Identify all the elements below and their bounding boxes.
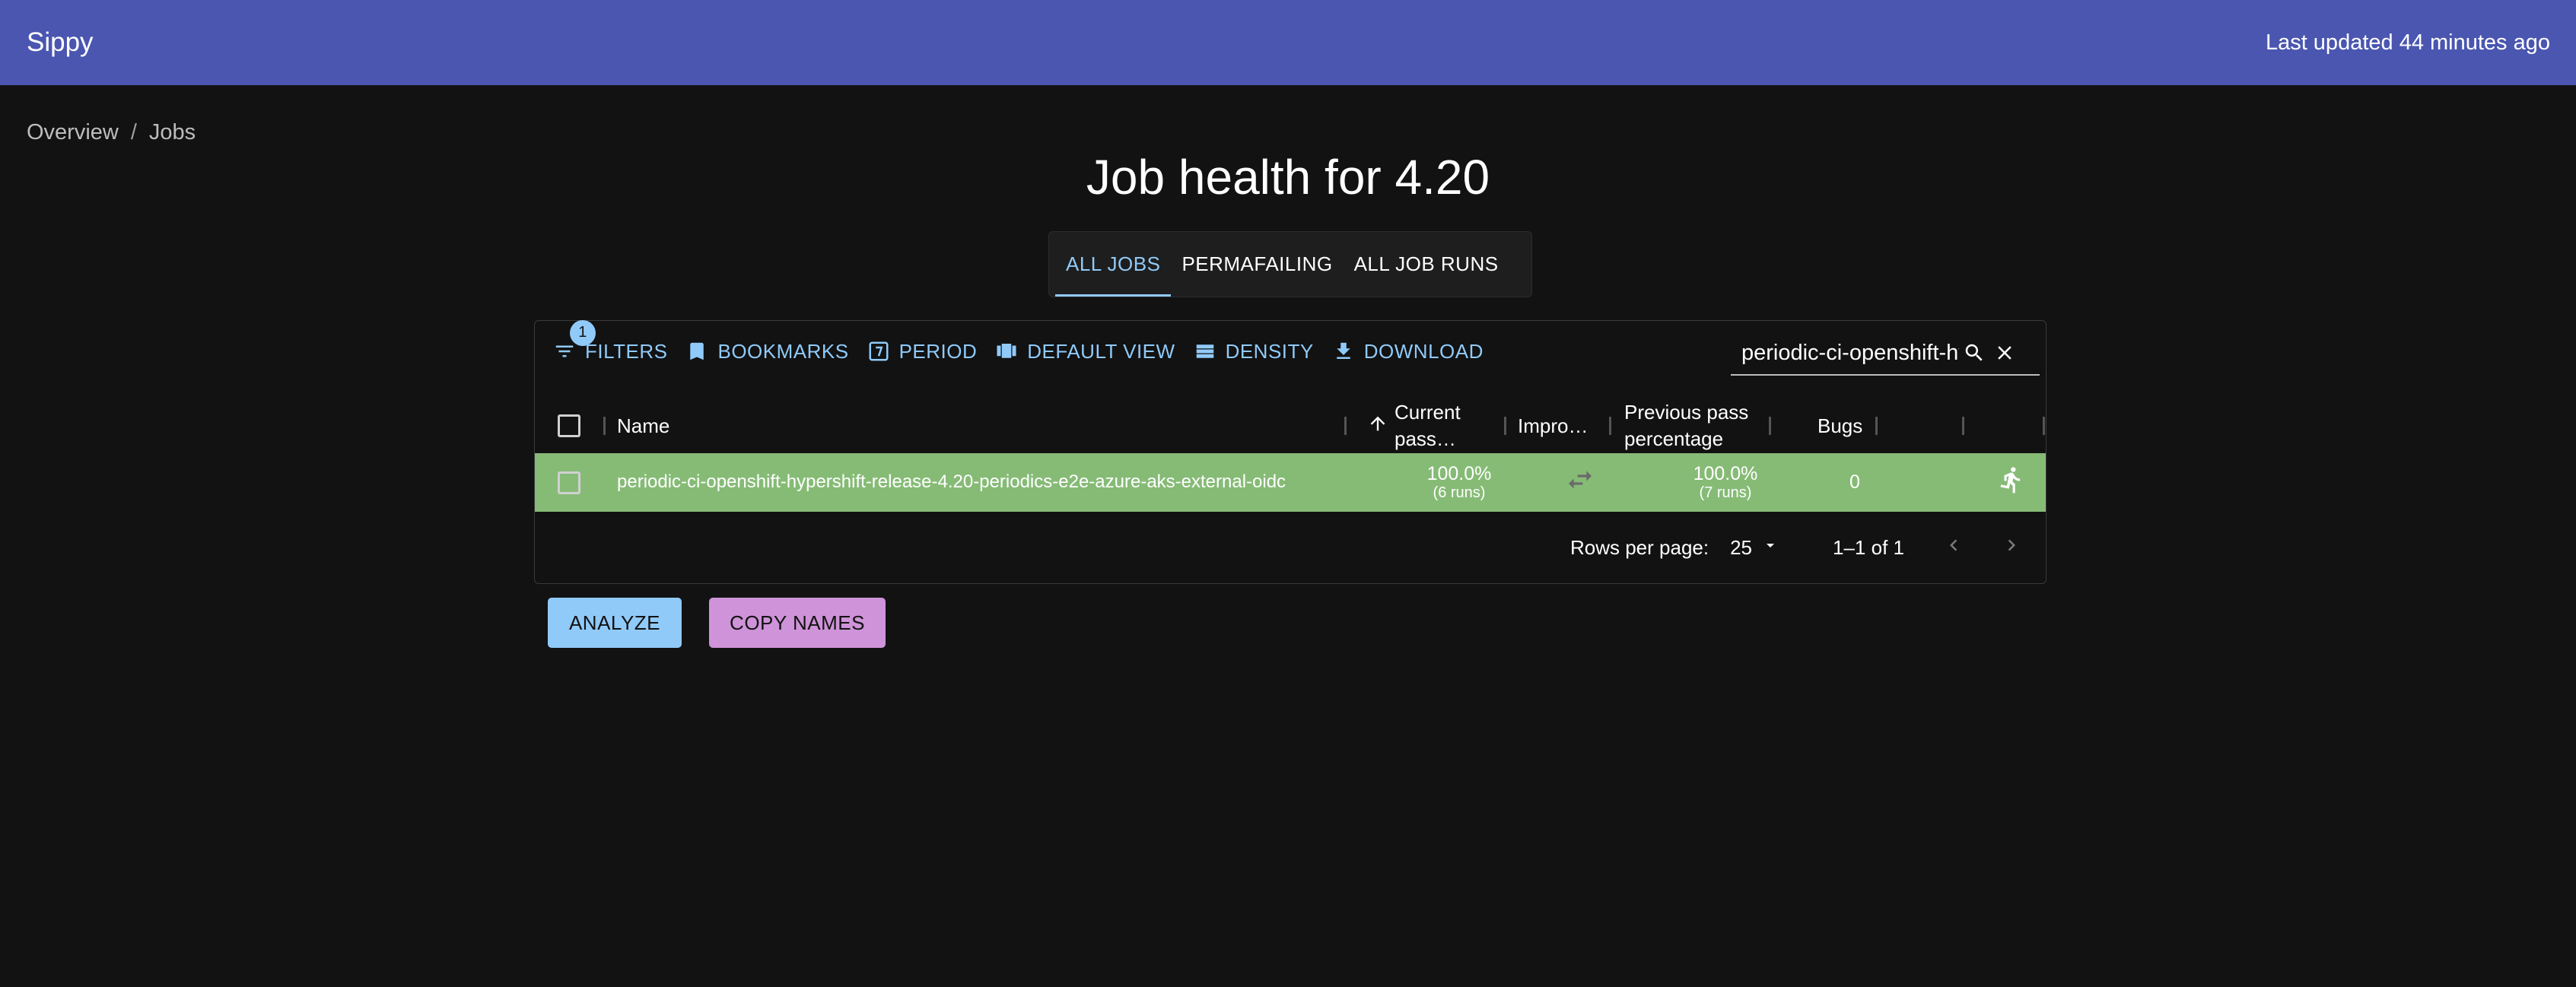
tab-all-jobs[interactable]: ALL JOBS <box>1055 232 1172 297</box>
tab-all-job-runs[interactable]: ALL JOB RUNS <box>1344 232 1509 297</box>
grid-toolbar: 1 FILTERS BOOKMARKS PERIOD DEFAULT VIEW <box>535 319 2046 382</box>
current-pass-label: Current pass… <box>1395 400 1461 450</box>
column-separator[interactable] <box>1609 417 1611 435</box>
sort-ascending-icon <box>1367 413 1388 440</box>
breadcrumb: Overview / Jobs <box>27 120 196 145</box>
previous-page-icon[interactable] <box>1942 534 1965 562</box>
breadcrumb-overview[interactable]: Overview <box>27 120 119 145</box>
grid-footer: Rows per page: 25 1–1 of 1 <box>535 512 2046 583</box>
table-row[interactable]: periodic-ci-openshift-hypershift-release… <box>535 453 2046 512</box>
density-button[interactable]: DENSITY <box>1194 340 1314 363</box>
search-input[interactable] <box>1731 340 1959 366</box>
view-carousel-icon <box>995 340 1018 363</box>
jobs-data-grid: 1 FILTERS BOOKMARKS PERIOD DEFAULT VIEW <box>534 319 2046 584</box>
caret-down-icon <box>1761 536 1779 560</box>
pagination-controls <box>1942 534 2023 562</box>
filters-label: FILTERS <box>585 339 668 363</box>
rows-per-page-value: 25 <box>1730 535 1753 559</box>
column-separator[interactable] <box>1875 417 1878 435</box>
tab-permafailing[interactable]: PERMAFAILING <box>1171 232 1343 297</box>
calendar-seven-icon <box>867 340 890 363</box>
row-checkbox-cell <box>558 453 580 512</box>
breadcrumb-separator: / <box>130 120 137 144</box>
job-runs-cell <box>1997 453 2026 512</box>
next-page-icon[interactable] <box>2000 534 2023 562</box>
search-icon[interactable] <box>1959 338 1989 368</box>
download-label: DOWNLOAD <box>1363 339 1484 363</box>
filter-icon <box>553 340 576 363</box>
app-title[interactable]: Sippy <box>27 27 94 58</box>
running-person-icon[interactable] <box>1997 465 2026 500</box>
app-bar: Sippy Last updated 44 minutes ago <box>0 0 2576 85</box>
default-view-label: DEFAULT VIEW <box>1027 339 1175 363</box>
period-button[interactable]: PERIOD <box>867 340 978 363</box>
column-separator[interactable] <box>1769 417 1771 435</box>
column-separator[interactable] <box>1504 417 1506 435</box>
job-name-link[interactable]: periodic-ci-openshift-hypershift-release… <box>617 453 1302 512</box>
download-button[interactable]: DOWNLOAD <box>1332 340 1484 363</box>
bookmarks-label: BOOKMARKS <box>717 339 849 363</box>
copy-names-button[interactable]: COPY NAMES <box>709 598 886 648</box>
previous-pass-cell: 100.0% (7 runs) <box>1676 453 1775 512</box>
row-checkbox[interactable] <box>558 471 580 494</box>
rows-per-page-select[interactable]: 25 <box>1730 536 1779 560</box>
breadcrumb-jobs: Jobs <box>148 120 196 144</box>
last-updated-text: Last updated 44 minutes ago <box>2265 30 2550 55</box>
rows-per-page-label: Rows per page: <box>1569 535 1709 559</box>
current-pass-cell: 100.0% (6 runs) <box>1410 453 1509 512</box>
column-separator[interactable] <box>603 417 606 435</box>
previous-pass-value: 100.0% <box>1693 462 1758 484</box>
default-view-button[interactable]: DEFAULT VIEW <box>995 340 1175 363</box>
download-icon <box>1332 340 1355 363</box>
filters-button[interactable]: 1 FILTERS <box>553 319 668 363</box>
bookmark-icon <box>685 340 708 363</box>
previous-runs-value: (7 runs) <box>1699 484 1752 502</box>
improvement-cell <box>1565 453 1595 512</box>
pagination-range: 1–1 of 1 <box>1833 535 1904 559</box>
column-separator[interactable] <box>1344 417 1347 435</box>
swap-arrows-icon <box>1565 465 1595 500</box>
current-runs-value: (6 runs) <box>1433 484 1486 502</box>
bugs-value: 0 <box>1849 471 1860 493</box>
density-icon <box>1194 340 1216 363</box>
page-title: Job health for 4.20 <box>1086 150 1490 205</box>
density-label: DENSITY <box>1225 339 1314 363</box>
tab-bar: ALL JOBS PERMAFAILING ALL JOB RUNS <box>1048 231 1532 297</box>
period-label: PERIOD <box>898 339 978 363</box>
analyze-button[interactable]: ANALYZE <box>548 598 682 648</box>
filters-count-badge: 1 <box>570 319 596 346</box>
select-all-checkbox[interactable] <box>558 414 580 437</box>
column-separator[interactable] <box>2043 417 2045 435</box>
current-pass-value: 100.0% <box>1426 462 1492 484</box>
bookmarks-button[interactable]: BOOKMARKS <box>685 340 848 363</box>
clear-search-icon[interactable] <box>1989 338 2020 368</box>
column-separator[interactable] <box>1962 417 1964 435</box>
search-box <box>1731 332 2040 376</box>
